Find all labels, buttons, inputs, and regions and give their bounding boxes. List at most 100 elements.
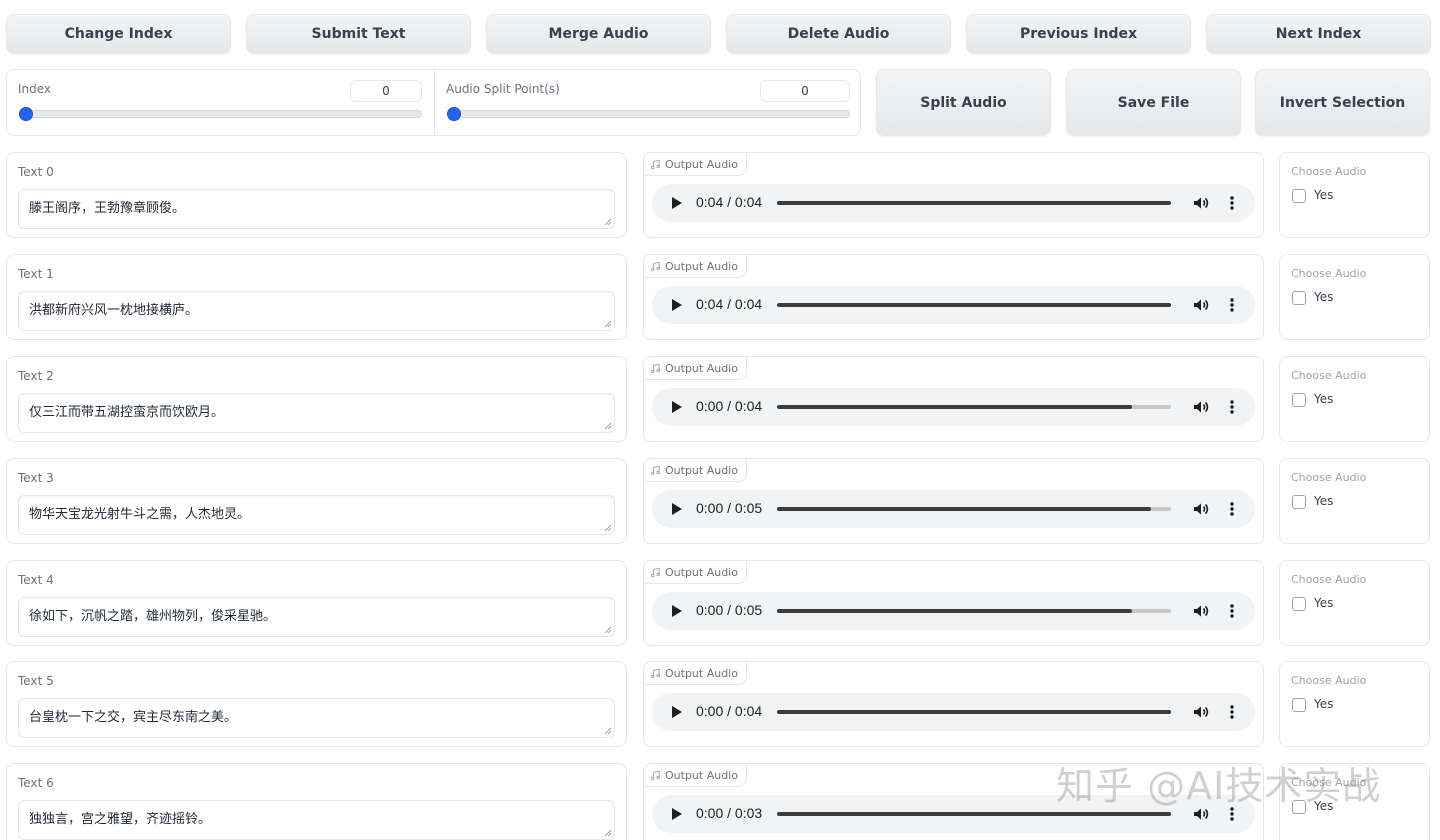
play-icon[interactable] xyxy=(672,401,682,413)
more-options-icon[interactable] xyxy=(1227,296,1237,314)
text-label: Text 4 xyxy=(18,573,54,587)
audio-label: Output Audio xyxy=(665,666,738,680)
audio-progress-track[interactable] xyxy=(777,507,1171,511)
audio-time: 0:04 / 0:04 xyxy=(696,194,763,210)
yes-checkbox[interactable] xyxy=(1292,189,1306,203)
merge-audio-button[interactable]: Merge Audio xyxy=(486,14,711,54)
play-icon[interactable] xyxy=(672,605,682,617)
resize-handle-icon[interactable] xyxy=(604,422,612,430)
choose-audio-label: Choose Audio xyxy=(1291,573,1367,586)
more-options-icon[interactable] xyxy=(1227,500,1237,518)
volume-icon[interactable] xyxy=(1192,805,1210,823)
audio-time: 0:00 / 0:05 xyxy=(696,500,763,516)
text-input[interactable]: 独独言，宫之雅望，齐迹摇铃。 xyxy=(18,800,615,840)
play-icon[interactable] xyxy=(672,503,682,515)
split-number-input[interactable]: 0 xyxy=(760,80,850,102)
resize-handle-icon[interactable] xyxy=(604,524,612,532)
resize-handle-icon[interactable] xyxy=(604,218,612,226)
audio-label-tag: Output Audio xyxy=(643,152,747,176)
choose-audio-label: Choose Audio xyxy=(1291,267,1367,280)
index-number-input[interactable]: 0 xyxy=(350,80,422,102)
index-slider-thumb[interactable] xyxy=(19,107,33,121)
save-file-button[interactable]: Save File xyxy=(1066,69,1241,136)
audio-progress-track[interactable] xyxy=(777,201,1171,205)
volume-icon[interactable] xyxy=(1192,602,1210,620)
audio-progress-fill xyxy=(777,609,1132,613)
text-input-value: 仅三江而带五湖控蛮京而饮欧月。 xyxy=(29,405,225,420)
split-audio-button[interactable]: Split Audio xyxy=(876,69,1051,136)
text-panel: Text 5 台皇枕一下之交，宾主尽东南之美。 xyxy=(6,661,627,747)
text-input[interactable]: 徐如下，沉帆之踏，雄州物列，俊采星驰。 xyxy=(18,597,615,637)
play-icon[interactable] xyxy=(672,299,682,311)
audio-progress-track[interactable] xyxy=(777,812,1171,816)
audio-progress-fill xyxy=(777,507,1152,511)
yes-checkbox[interactable] xyxy=(1292,393,1306,407)
resize-handle-icon[interactable] xyxy=(604,727,612,735)
audio-label: Output Audio xyxy=(665,361,738,375)
choose-audio-panel: Choose Audio Yes xyxy=(1279,560,1430,646)
play-icon[interactable] xyxy=(672,706,682,718)
yes-checkbox[interactable] xyxy=(1292,495,1306,509)
volume-icon[interactable] xyxy=(1192,296,1210,314)
audio-panel: Output Audio 0:04 / 0:04 xyxy=(643,152,1264,238)
submit-text-button[interactable]: Submit Text xyxy=(246,14,471,54)
text-panel: Text 4 徐如下，沉帆之踏，雄州物列，俊采星驰。 xyxy=(6,560,627,646)
text-input[interactable]: 物华天宝龙光射牛斗之需，人杰地灵。 xyxy=(18,495,615,535)
audio-panel: Output Audio 0:00 / 0:04 xyxy=(643,356,1264,442)
resize-handle-icon[interactable] xyxy=(604,320,612,328)
volume-icon[interactable] xyxy=(1192,703,1210,721)
text-label: Text 2 xyxy=(18,369,54,383)
change-index-button[interactable]: Change Index xyxy=(6,14,231,54)
audio-progress-fill xyxy=(777,201,1171,205)
text-input[interactable]: 滕王阁序，王勃豫章顾俊。 xyxy=(18,189,615,229)
split-slider-thumb[interactable] xyxy=(447,107,461,121)
volume-icon[interactable] xyxy=(1192,500,1210,518)
audio-progress-track[interactable] xyxy=(777,710,1171,714)
text-input[interactable]: 台皇枕一下之交，宾主尽东南之美。 xyxy=(18,698,615,738)
text-panel: Text 2 仅三江而带五湖控蛮京而饮欧月。 xyxy=(6,356,627,442)
audio-progress-track[interactable] xyxy=(777,609,1171,613)
audio-player: 0:04 / 0:04 xyxy=(652,286,1255,324)
text-label: Text 5 xyxy=(18,674,54,688)
resize-handle-icon[interactable] xyxy=(604,829,612,837)
choose-audio-label: Choose Audio xyxy=(1291,674,1367,687)
previous-index-button[interactable]: Previous Index xyxy=(966,14,1191,54)
more-options-icon[interactable] xyxy=(1227,398,1237,416)
resize-handle-icon[interactable] xyxy=(604,626,612,634)
split-slider-track[interactable] xyxy=(447,110,850,118)
yes-checkbox[interactable] xyxy=(1292,698,1306,712)
more-options-icon[interactable] xyxy=(1227,805,1237,823)
audio-time: 0:00 / 0:03 xyxy=(696,805,763,821)
next-index-button[interactable]: Next Index xyxy=(1206,14,1431,54)
text-input[interactable]: 仅三江而带五湖控蛮京而饮欧月。 xyxy=(18,393,615,433)
audio-panel: Output Audio 0:00 / 0:04 xyxy=(643,661,1264,747)
text-label: Text 3 xyxy=(18,471,54,485)
play-icon[interactable] xyxy=(672,197,682,209)
volume-icon[interactable] xyxy=(1192,194,1210,212)
volume-icon[interactable] xyxy=(1192,398,1210,416)
audio-panel: Output Audio 0:00 / 0:05 xyxy=(643,560,1264,646)
music-note-icon xyxy=(651,567,660,577)
yes-checkbox[interactable] xyxy=(1292,800,1306,814)
index-slider-track[interactable] xyxy=(19,110,422,118)
audio-progress-track[interactable] xyxy=(777,405,1171,409)
audio-progress-track[interactable] xyxy=(777,303,1171,307)
audio-player: 0:04 / 0:04 xyxy=(652,184,1255,222)
yes-label: Yes xyxy=(1314,494,1334,508)
more-options-icon[interactable] xyxy=(1227,703,1237,721)
yes-checkbox[interactable] xyxy=(1292,597,1306,611)
yes-checkbox[interactable] xyxy=(1292,291,1306,305)
more-options-icon[interactable] xyxy=(1227,194,1237,212)
choose-audio-panel: Choose Audio Yes xyxy=(1279,661,1430,747)
audio-time: 0:04 / 0:04 xyxy=(696,296,763,312)
choose-audio-label: Choose Audio xyxy=(1291,776,1367,789)
audio-label-tag: Output Audio xyxy=(643,356,747,380)
audio-label-tag: Output Audio xyxy=(643,661,747,685)
more-options-icon[interactable] xyxy=(1227,602,1237,620)
text-input[interactable]: 洪都新府兴风一枕地接横庐。 xyxy=(18,291,615,331)
yes-label: Yes xyxy=(1314,596,1334,610)
delete-audio-button[interactable]: Delete Audio xyxy=(726,14,951,54)
choose-audio-panel: Choose Audio Yes xyxy=(1279,763,1430,840)
invert-selection-button[interactable]: Invert Selection xyxy=(1255,69,1430,136)
play-icon[interactable] xyxy=(672,808,682,820)
